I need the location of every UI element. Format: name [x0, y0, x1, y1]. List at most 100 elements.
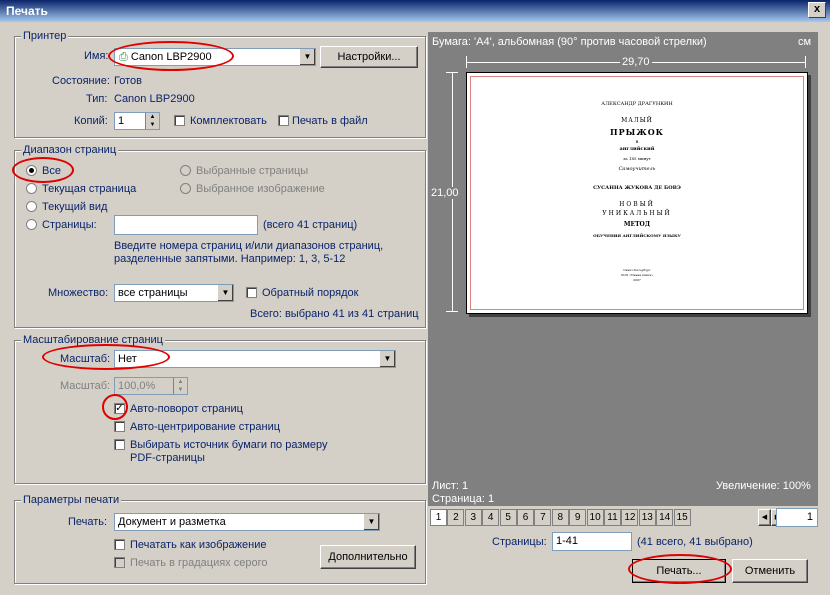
grayscale-checkbox[interactable]: [114, 557, 125, 568]
autocenter-checkbox[interactable]: [114, 421, 125, 432]
pages-range-label: Страницы:: [492, 536, 547, 548]
current-page-label: Текущая страница: [42, 183, 137, 195]
page-range-legend: Диапазон страниц: [21, 144, 119, 156]
status-value: Готов: [114, 75, 142, 87]
page-line-12: Санкт-Петербург: [623, 268, 651, 272]
pages-range-info: (41 всего, 41 выбрано): [637, 536, 753, 548]
close-button[interactable]: x: [808, 2, 826, 18]
radio-current-page[interactable]: [26, 183, 37, 194]
paper-source-line2: PDF-страницы: [130, 452, 205, 464]
grayscale-label: Печать в градациях серого: [130, 557, 268, 569]
chevron-down-icon: ▼: [379, 351, 395, 367]
subset-select[interactable]: все страницы ▼: [114, 284, 234, 302]
printer-legend: Принтер: [21, 30, 69, 42]
range-total: Всего: выбрано 41 из 41 страниц: [250, 308, 419, 320]
print-as-image-checkbox[interactable]: [114, 539, 125, 550]
page-number-input[interactable]: 1: [776, 508, 818, 527]
page-tab[interactable]: 6: [517, 509, 534, 526]
printer-name-label: Имя:: [84, 50, 109, 62]
print-to-file-checkbox[interactable]: [278, 115, 289, 126]
subset-label: Множество:: [48, 287, 109, 299]
paper-info: Бумага: 'A4', альбомная (90° против часо…: [432, 36, 707, 48]
print-what-select[interactable]: Документ и разметка ▼: [114, 513, 380, 531]
cancel-button[interactable]: Отменить: [732, 559, 808, 583]
radio-pages[interactable]: [26, 219, 37, 230]
page-tab[interactable]: 8: [551, 509, 569, 526]
page-line-3: в: [635, 139, 639, 145]
page-line-5: за 185 минут: [623, 156, 651, 161]
advanced-button[interactable]: Дополнительно: [320, 545, 416, 569]
page-line-1: МАЛЫЙ: [621, 117, 653, 124]
radio-selected-image[interactable]: [180, 183, 191, 194]
reverse-order-checkbox[interactable]: [246, 287, 257, 298]
chevron-down-icon: ▼: [217, 285, 233, 301]
pages-help-line1: Введите номера страниц и/или диапазонов …: [114, 240, 384, 252]
unit-label: см: [798, 36, 812, 48]
page-tab[interactable]: 10: [586, 509, 604, 526]
pages-hint: (всего 41 страниц): [263, 219, 358, 231]
page-line-13: ООО «Умная книга»: [620, 273, 654, 277]
page-tab[interactable]: 9: [569, 509, 587, 526]
print-params-legend: Параметры печати: [21, 494, 122, 506]
chevron-left-icon: ◀: [761, 514, 768, 521]
pages-help-line2: разделенные запятыми. Например: 1, 3, 5-…: [114, 253, 346, 265]
page-prev-button[interactable]: ◀: [758, 509, 771, 526]
selected-pages-label: Выбранные страницы: [196, 165, 309, 177]
spin-arrows-icon[interactable]: ▲ ▼: [145, 113, 159, 129]
print-as-image-label: Печатать как изображение: [130, 539, 267, 551]
radio-current-view[interactable]: [26, 201, 37, 212]
status-label: Состояние:: [52, 75, 110, 87]
type-label: Тип:: [86, 93, 108, 105]
page-tab[interactable]: 5: [499, 509, 517, 526]
page-tab[interactable]: 1: [430, 509, 447, 526]
page-line-7: СУСАННА ЖУКОВА ДЕ БОВЭ: [593, 185, 681, 191]
page-tab[interactable]: 2: [447, 509, 465, 526]
window-title: Печать: [6, 4, 48, 18]
page-line-8: НОВЫЙ: [619, 201, 655, 208]
collate-checkbox[interactable]: [174, 115, 185, 126]
settings-button[interactable]: Настройки...: [320, 46, 418, 68]
copies-stepper[interactable]: 1 ▲ ▼: [114, 112, 160, 130]
scale-percent-label: Масштаб:: [60, 380, 111, 392]
zoom-info: Увеличение: 100%: [716, 480, 811, 492]
page-tab[interactable]: 3: [464, 509, 482, 526]
page-tab[interactable]: 4: [482, 509, 500, 526]
paper-height: 21,00: [431, 187, 459, 199]
title-bar: Печать x: [0, 0, 830, 22]
sheet-info: Лист: 1: [432, 480, 469, 492]
page-tab[interactable]: 14: [656, 509, 674, 526]
pages-input[interactable]: [114, 215, 258, 235]
page-tab[interactable]: 15: [673, 509, 691, 526]
print-what-label: Печать:: [68, 516, 108, 528]
paper-source-line1: Выбирать источник бумаги по размеру: [130, 439, 328, 451]
paper-source-checkbox[interactable]: [114, 439, 125, 450]
page-info: Страница: 1: [432, 493, 495, 505]
page-tab[interactable]: 12: [621, 509, 639, 526]
chevron-down-icon: ▼: [363, 514, 379, 530]
radio-selected-pages[interactable]: [180, 165, 191, 176]
page-line-14: 2007: [633, 278, 641, 282]
page-tab[interactable]: 13: [638, 509, 656, 526]
page-line-10: МЕТОД: [623, 221, 651, 228]
page-line-11: ОБУЧЕНИЯ АНГЛИЙСКОМУ ЯЗЫКУ: [593, 233, 681, 238]
selected-image-label: Выбранное изображение: [196, 183, 325, 195]
autorotate-label: Авто-поворот страниц: [130, 403, 243, 415]
copies-label: Копий:: [74, 115, 108, 127]
page-tab[interactable]: 11: [604, 509, 621, 526]
page-tab[interactable]: 7: [534, 509, 552, 526]
page-line-4: английский: [619, 146, 655, 152]
page-author: АЛЕКСАНДР ДРАГУНКИН: [601, 101, 673, 107]
height-ruler-tick-bottom: [446, 311, 458, 312]
spin-arrows-icon[interactable]: ▲ ▼: [173, 378, 187, 394]
reverse-order-label: Обратный порядок: [262, 287, 359, 299]
current-view-label: Текущий вид: [42, 201, 108, 213]
scale-percent-input[interactable]: 100,0% ▲ ▼: [114, 377, 188, 395]
pages-range-input[interactable]: 1-41: [552, 532, 632, 551]
width-ruler-tick-right: [805, 56, 806, 68]
annotation-oval-scale: [42, 344, 170, 370]
pages-label: Страницы:: [42, 219, 97, 231]
paper-width: 29,70: [620, 56, 652, 68]
page-line-2: ПРЫЖОК: [610, 127, 664, 137]
width-ruler-tick-left: [466, 56, 467, 68]
annotation-oval-print: [628, 554, 732, 584]
